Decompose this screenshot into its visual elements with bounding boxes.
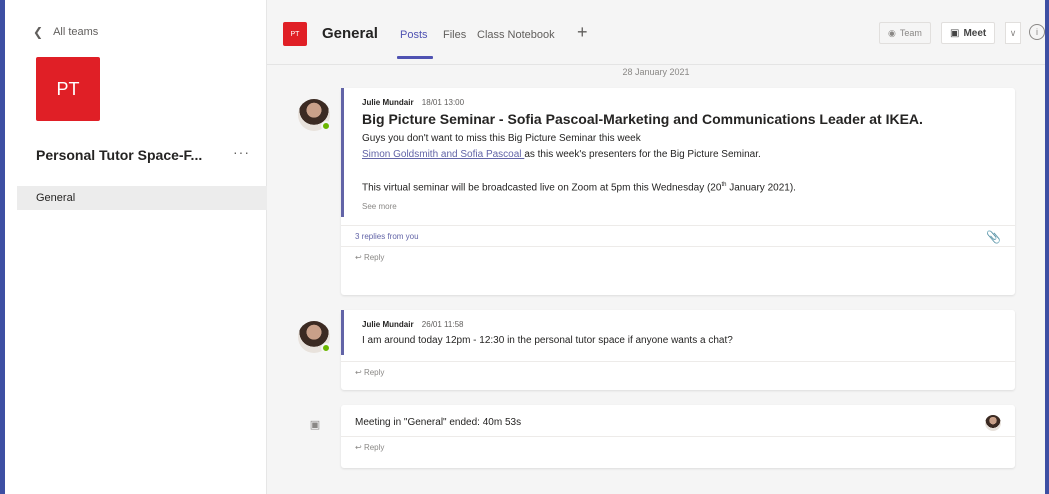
post-text-line: This virtual seminar will be broadcasted… bbox=[362, 177, 1001, 196]
post-meta: Julie Mundair 18/01 13:00 bbox=[362, 98, 1001, 107]
channel-header: PT General Posts Files Class Notebook + … bbox=[267, 0, 1045, 65]
presenters-link[interactable]: Simon Goldsmith and Sofia Pascoal bbox=[362, 149, 524, 160]
post-text-line: Simon Goldsmith and Sofia Pascoal as thi… bbox=[362, 147, 1001, 163]
tab-files[interactable]: Files bbox=[443, 29, 466, 41]
team-button-label: Team bbox=[899, 28, 922, 38]
channel-avatar: PT bbox=[283, 22, 307, 46]
reply-button[interactable]: ↩ Reply bbox=[341, 247, 1015, 269]
post-text-line: I am around today 12pm - 12:30 in the pe… bbox=[362, 335, 733, 346]
post-content: Julie Mundair 18/01 13:00 Big Picture Se… bbox=[341, 88, 1015, 218]
meet-dropdown-button[interactable]: ∨ bbox=[1005, 22, 1021, 44]
teams-window: ❮ All teams PT Personal Tutor Space-F...… bbox=[5, 0, 1045, 494]
reply-label: Reply bbox=[363, 443, 385, 452]
meet-button-label: Meet bbox=[963, 27, 987, 39]
post-card: Julie Mundair 26/01 11:58 I am around to… bbox=[341, 310, 1015, 390]
attachment-icon: 📎 bbox=[986, 230, 1001, 245]
participant-avatar[interactable] bbox=[985, 415, 1001, 431]
meeting-ended-icon: ▣ bbox=[309, 418, 321, 431]
team-name: Personal Tutor Space-F... bbox=[36, 147, 203, 163]
tab-class-notebook[interactable]: Class Notebook bbox=[477, 29, 555, 41]
post-author: Julie Mundair bbox=[362, 98, 414, 107]
meeting-content: Meeting in "General" ended: 40m 53s bbox=[341, 405, 1015, 436]
post-text-line: Guys you don't want to miss this Big Pic… bbox=[362, 133, 641, 144]
post-author: Julie Mundair bbox=[362, 320, 414, 329]
chevron-left-icon: ❮ bbox=[33, 25, 44, 39]
active-tab-indicator bbox=[397, 56, 433, 59]
presence-available-icon bbox=[321, 343, 331, 353]
add-tab-button[interactable]: + bbox=[577, 22, 588, 43]
post-content: Julie Mundair 26/01 11:58 I am around to… bbox=[341, 310, 1015, 355]
team-button[interactable]: ◉ Team bbox=[879, 22, 931, 44]
post-text-fragment: This virtual seminar will be broadcasted… bbox=[362, 182, 722, 194]
date-separator: 28 January 2021 bbox=[622, 67, 690, 77]
reply-label: Reply bbox=[363, 368, 385, 377]
replies-link[interactable]: 3 replies from you 📎 bbox=[341, 226, 1015, 246]
meeting-ended-text: Meeting in "General" ended: 40m 53s bbox=[355, 417, 522, 428]
post-meta: Julie Mundair 26/01 11:58 bbox=[362, 320, 1001, 329]
reply-arrow-icon: ↩ bbox=[355, 253, 362, 263]
team-sidebar: ❮ All teams PT Personal Tutor Space-F...… bbox=[5, 0, 267, 494]
all-teams-label: All teams bbox=[53, 26, 99, 38]
meeting-card: Meeting in "General" ended: 40m 53s ↩ Re… bbox=[341, 405, 1015, 468]
presence-available-icon bbox=[321, 121, 331, 131]
channel-title: General bbox=[322, 25, 378, 42]
reply-arrow-icon: ↩ bbox=[355, 443, 362, 452]
post-time: 26/01 11:58 bbox=[421, 320, 464, 329]
sidebar-item-general[interactable]: General bbox=[17, 186, 267, 210]
meet-button[interactable]: ▣ Meet bbox=[941, 22, 996, 44]
team-avatar: PT bbox=[36, 57, 100, 121]
all-teams-link[interactable]: ❮ All teams bbox=[33, 25, 98, 39]
post-text-fragment: January 2021). bbox=[726, 182, 796, 194]
more-options-icon[interactable]: ··· bbox=[233, 144, 250, 160]
reply-arrow-icon: ↩ bbox=[355, 368, 362, 377]
post-time: 18/01 13:00 bbox=[421, 98, 465, 107]
replies-label: 3 replies from you bbox=[355, 232, 419, 242]
post-card: Julie Mundair 18/01 13:00 Big Picture Se… bbox=[341, 88, 1015, 295]
post-text-fragment: as this week's presenters for the Big Pi… bbox=[524, 149, 761, 160]
see-more-link[interactable]: See more bbox=[362, 202, 1001, 211]
post-subject: Big Picture Seminar - Sofia Pascoal-Mark… bbox=[362, 111, 923, 127]
tab-posts[interactable]: Posts bbox=[400, 29, 428, 41]
video-camera-icon: ▣ bbox=[950, 27, 960, 39]
eye-icon: ◉ bbox=[888, 27, 896, 38]
reply-button[interactable]: ↩ Reply bbox=[341, 437, 1015, 459]
reply-button[interactable]: ↩ Reply bbox=[341, 362, 1015, 384]
reply-label: Reply bbox=[363, 253, 385, 263]
info-icon[interactable]: i bbox=[1029, 24, 1045, 40]
